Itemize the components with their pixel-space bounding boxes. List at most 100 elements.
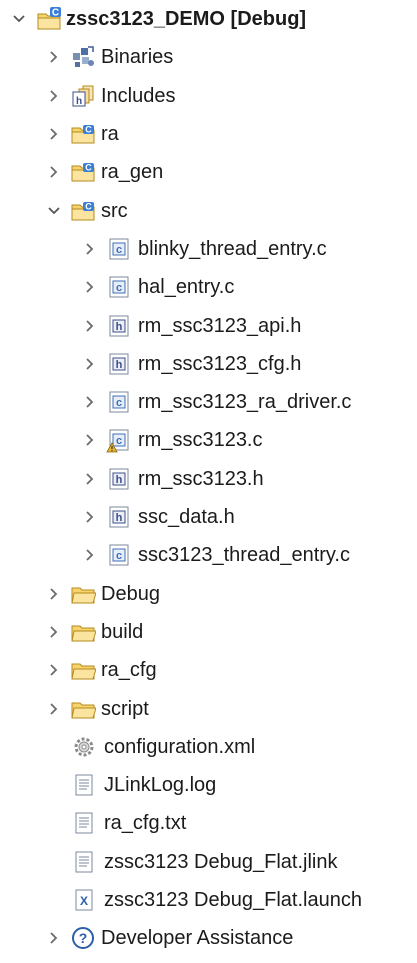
tree-item-label: ra_cfg.txt — [104, 812, 187, 835]
tree-item[interactable]: c rm_ssc3123.c — [0, 421, 417, 459]
tree-item-label: ssc3123_thread_entry.c — [138, 544, 350, 567]
tree-item[interactable]: build — [0, 613, 417, 651]
tree-item[interactable]: JLinkLog.log — [0, 766, 417, 804]
h-file-icon: h — [106, 466, 132, 492]
svg-text:c: c — [116, 397, 122, 409]
folder-icon — [70, 581, 96, 607]
svg-text:?: ? — [79, 930, 88, 946]
tree-item-label: zssc3123 Debug_Flat.jlink — [104, 850, 338, 873]
tree-item[interactable]: configuration.xml — [0, 728, 417, 766]
tree-item[interactable]: ? Developer Assistance — [0, 919, 417, 957]
tree-item[interactable]: h Includes — [0, 77, 417, 115]
chevron-right-icon[interactable] — [47, 50, 61, 64]
tree-item[interactable]: c ssc3123_thread_entry.c — [0, 536, 417, 574]
tree-item-label: ssc_data.h — [138, 506, 235, 529]
text-file-icon — [71, 849, 97, 875]
tree-item-label: script — [101, 697, 149, 720]
tree-item-label: blinky_thread_entry.c — [138, 237, 327, 260]
tree-item-label: src — [101, 199, 128, 222]
tree-item-label: rm_ssc3123.c — [138, 429, 263, 452]
tree-item-label: configuration.xml — [104, 735, 256, 758]
source-folder-icon: C — [70, 198, 96, 224]
chevron-right-icon[interactable] — [83, 395, 97, 409]
source-folder-icon: C — [70, 159, 96, 185]
tree-item-label: rm_ssc3123_ra_driver.c — [138, 391, 352, 414]
chevron-right-icon[interactable] — [83, 472, 97, 486]
svg-text:h: h — [76, 96, 82, 107]
tree-item-label: Binaries — [101, 46, 174, 69]
chevron-right-icon[interactable] — [83, 433, 97, 447]
tree-item[interactable]: h rm_ssc3123.h — [0, 460, 417, 498]
tree-item-label: rm_ssc3123_api.h — [138, 314, 302, 337]
tree-item-label: hal_entry.c — [138, 276, 235, 299]
svg-text:h: h — [116, 359, 123, 371]
tree-item[interactable]: c rm_ssc3123_ra_driver.c — [0, 383, 417, 421]
chevron-right-icon[interactable] — [47, 127, 61, 141]
tree-item-label: Developer Assistance — [101, 927, 294, 950]
tree-item[interactable]: Cra — [0, 115, 417, 153]
svg-text:C: C — [85, 201, 92, 211]
c-file-icon: c — [106, 274, 132, 300]
tree-item[interactable]: ra_cfg.txt — [0, 804, 417, 842]
h-file-icon: h — [106, 504, 132, 530]
chevron-right-icon[interactable] — [47, 165, 61, 179]
c-file-warning-icon: c — [106, 427, 132, 453]
svg-text:c: c — [116, 282, 122, 294]
chevron-right-icon[interactable] — [47, 702, 61, 716]
tree-item[interactable]: Debug — [0, 575, 417, 613]
tree-item[interactable]: Cra_gen — [0, 153, 417, 191]
gear-file-icon — [71, 734, 97, 760]
c-file-icon: c — [106, 389, 132, 415]
chevron-right-icon[interactable] — [83, 242, 97, 256]
tree-item[interactable]: h ssc_data.h — [0, 498, 417, 536]
tree-item-label: zssc3123 Debug_Flat.launch — [104, 889, 362, 912]
tree-item-label: build — [101, 620, 144, 643]
tree-item[interactable]: Xzssc3123 Debug_Flat.launch — [0, 881, 417, 919]
chevron-right-icon[interactable] — [47, 625, 61, 639]
chevron-right-icon[interactable] — [47, 931, 61, 945]
tree-item-label: ra_cfg — [101, 659, 157, 682]
source-folder-icon: C — [70, 121, 96, 147]
tree-item[interactable]: ra_cfg — [0, 651, 417, 689]
text-file-icon — [71, 772, 97, 798]
tree-item[interactable]: c blinky_thread_entry.c — [0, 230, 417, 268]
folder-icon — [70, 657, 96, 683]
chevron-down-icon[interactable] — [47, 204, 61, 218]
tree-item[interactable]: Csrc — [0, 192, 417, 230]
chevron-right-icon[interactable] — [83, 357, 97, 371]
svg-text:C: C — [52, 8, 59, 19]
binaries-icon — [70, 44, 96, 70]
svg-text:h: h — [116, 321, 123, 333]
tree-item[interactable]: script — [0, 689, 417, 727]
chevron-right-icon[interactable] — [83, 280, 97, 294]
tree-item[interactable]: c hal_entry.c — [0, 268, 417, 306]
tree-item-label: rm_ssc3123_cfg.h — [138, 352, 302, 375]
tree-item[interactable]: h rm_ssc3123_api.h — [0, 306, 417, 344]
chevron-right-icon[interactable] — [83, 548, 97, 562]
help-icon: ? — [70, 925, 96, 951]
chevron-right-icon[interactable] — [47, 89, 61, 103]
tree-item-project-root[interactable]: C zssc3123_DEMO [Debug] — [0, 0, 417, 38]
project-root-label: zssc3123_DEMO [Debug] — [66, 8, 307, 31]
project-explorer-tree: C zssc3123_DEMO [Debug] Binaries h Include… — [0, 0, 417, 950]
h-file-icon: h — [106, 313, 132, 339]
text-file-icon — [71, 810, 97, 836]
svg-text:C: C — [85, 163, 92, 173]
chevron-right-icon[interactable] — [83, 510, 97, 524]
svg-text:c: c — [116, 550, 122, 562]
tree-item[interactable]: Binaries — [0, 38, 417, 76]
tree-item[interactable]: h rm_ssc3123_cfg.h — [0, 345, 417, 383]
tree-item-label: Debug — [101, 582, 160, 605]
c-file-icon: c — [106, 542, 132, 568]
launch-file-icon: X — [71, 887, 97, 913]
c-file-icon: c — [106, 236, 132, 262]
chevron-right-icon[interactable] — [47, 587, 61, 601]
chevron-down-icon[interactable] — [12, 12, 26, 26]
chevron-right-icon[interactable] — [83, 319, 97, 333]
folder-icon — [70, 696, 96, 722]
h-file-icon: h — [106, 351, 132, 377]
chevron-right-icon[interactable] — [47, 663, 61, 677]
tree-item[interactable]: zssc3123 Debug_Flat.jlink — [0, 843, 417, 881]
svg-text:c: c — [116, 244, 122, 256]
c-project-icon: C — [36, 6, 62, 32]
